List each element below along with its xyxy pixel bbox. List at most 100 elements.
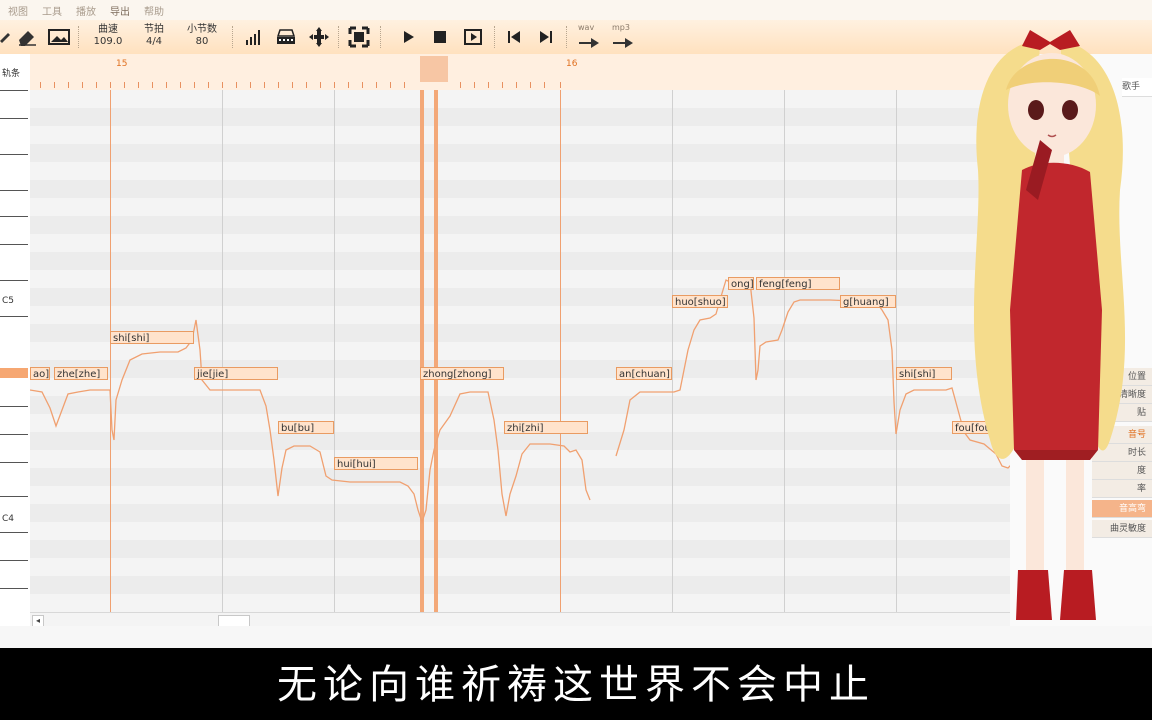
note-block[interactable]: bu[bu] [278, 421, 334, 434]
bar-number-15: 15 [116, 59, 128, 69]
piano-key [0, 216, 28, 217]
skip-end-icon[interactable] [534, 23, 558, 51]
fit-screen-icon[interactable] [346, 23, 372, 51]
stop-icon[interactable] [428, 23, 452, 51]
beat-label: 节拍 [144, 24, 164, 35]
loop-play-icon[interactable] [460, 23, 486, 51]
image-icon[interactable] [46, 23, 72, 51]
tempo-value: 109.0 [93, 36, 123, 47]
tempo-label: 曲速 [98, 24, 118, 35]
tick [68, 82, 69, 88]
tick [320, 82, 321, 88]
bar-number-16: 16 [566, 59, 578, 69]
note-block[interactable]: zhong[zhong] [420, 367, 504, 380]
piano-roll-keys: 轨条 C5 C4 [0, 54, 31, 626]
tick [278, 82, 279, 88]
tick [250, 82, 251, 88]
note-block[interactable]: shi[shi] [110, 331, 194, 344]
tick [334, 82, 335, 88]
tick [362, 82, 363, 88]
export-wav-button[interactable]: wav [574, 23, 604, 51]
keyboard-icon[interactable] [274, 23, 298, 51]
c4-label: C4 [2, 514, 15, 524]
play-icon[interactable] [396, 23, 420, 51]
toolbar-separator [232, 26, 234, 48]
tick [488, 82, 489, 88]
note-block[interactable]: feng[feng] [756, 277, 840, 290]
note-block[interactable]: ao] [30, 367, 50, 380]
toolbar-separator [78, 26, 80, 48]
track-header: 轨条 [2, 69, 21, 79]
wav-label: wav [578, 23, 595, 32]
arrow-right-icon [579, 38, 599, 48]
tick [404, 82, 405, 88]
pencil-icon[interactable] [0, 23, 10, 51]
piano-key [0, 588, 28, 589]
note-block[interactable]: an[chuan] [616, 367, 672, 380]
selected-key [0, 368, 28, 378]
export-mp3-button[interactable]: mp3 [608, 23, 638, 51]
toolbar-separator [380, 26, 382, 48]
piano-key [0, 118, 28, 119]
tick [460, 82, 461, 88]
horizontal-scrollbar[interactable]: ◂ [30, 612, 1012, 627]
tick [40, 82, 41, 88]
note-block[interactable]: zhi[zhi] [504, 421, 588, 434]
tick [110, 82, 111, 88]
piano-key [0, 560, 28, 561]
tick [530, 82, 531, 88]
tick [516, 82, 517, 88]
note-block[interactable]: zhe[zhe] [54, 367, 108, 380]
toolbar-separator [338, 26, 340, 48]
note-block[interactable]: g[huang] [840, 295, 896, 308]
menu-export[interactable]: 导出 [110, 3, 130, 18]
subtitle-text: 无论向谁祈祷这世界不会中止 [277, 662, 875, 708]
piano-key [0, 434, 28, 435]
piano-key [0, 190, 28, 191]
menu-view[interactable]: 视图 [8, 3, 28, 18]
character-overlay [973, 30, 1126, 620]
menu-help[interactable]: 帮助 [144, 3, 164, 18]
piano-key [0, 406, 28, 407]
beat-value: 4/4 [145, 36, 163, 47]
tick [292, 82, 293, 88]
c5-label: C5 [2, 296, 15, 306]
tick [544, 82, 545, 88]
tick [502, 82, 503, 88]
playhead-marker[interactable] [420, 56, 448, 82]
beat-control[interactable]: 节拍 4/4 [132, 24, 176, 48]
skip-start-icon[interactable] [502, 23, 526, 51]
tick [236, 82, 237, 88]
menu-play[interactable]: 播放 [76, 3, 96, 18]
tick [152, 82, 153, 88]
bars-label: 小节数 [187, 24, 217, 35]
tick [166, 82, 167, 88]
tick [180, 82, 181, 88]
menu-tools[interactable]: 工具 [42, 3, 62, 18]
piano-key [0, 90, 28, 91]
eraser-icon[interactable] [14, 23, 40, 51]
tick [376, 82, 377, 88]
move-icon[interactable] [306, 23, 332, 51]
tick [474, 82, 475, 88]
toolbar-separator [494, 26, 496, 48]
piano-key [0, 462, 28, 463]
bars-control[interactable]: 小节数 80 [180, 24, 224, 48]
piano-key [0, 244, 28, 245]
piano-roll-grid[interactable]: ao] zhe[zhe] shi[shi] jie[jie] bu[bu] hu… [30, 90, 1012, 612]
tick [96, 82, 97, 88]
piano-key [0, 316, 28, 317]
note-block[interactable]: hui[hui] [334, 457, 418, 470]
piano-key [0, 532, 28, 533]
pitch-curve [30, 277, 1012, 525]
tempo-control[interactable]: 曲速 109.0 [86, 24, 130, 48]
note-block[interactable]: jie[jie] [194, 367, 278, 380]
timeline-ruler[interactable]: 15 16 [30, 54, 1012, 91]
piano-key [0, 280, 28, 281]
tick [264, 82, 265, 88]
note-block[interactable]: huo[shuo] [672, 295, 728, 308]
piano-key [0, 154, 28, 155]
tick [194, 82, 195, 88]
volume-bars-icon[interactable] [242, 23, 266, 51]
note-block[interactable]: ong] [728, 277, 754, 290]
